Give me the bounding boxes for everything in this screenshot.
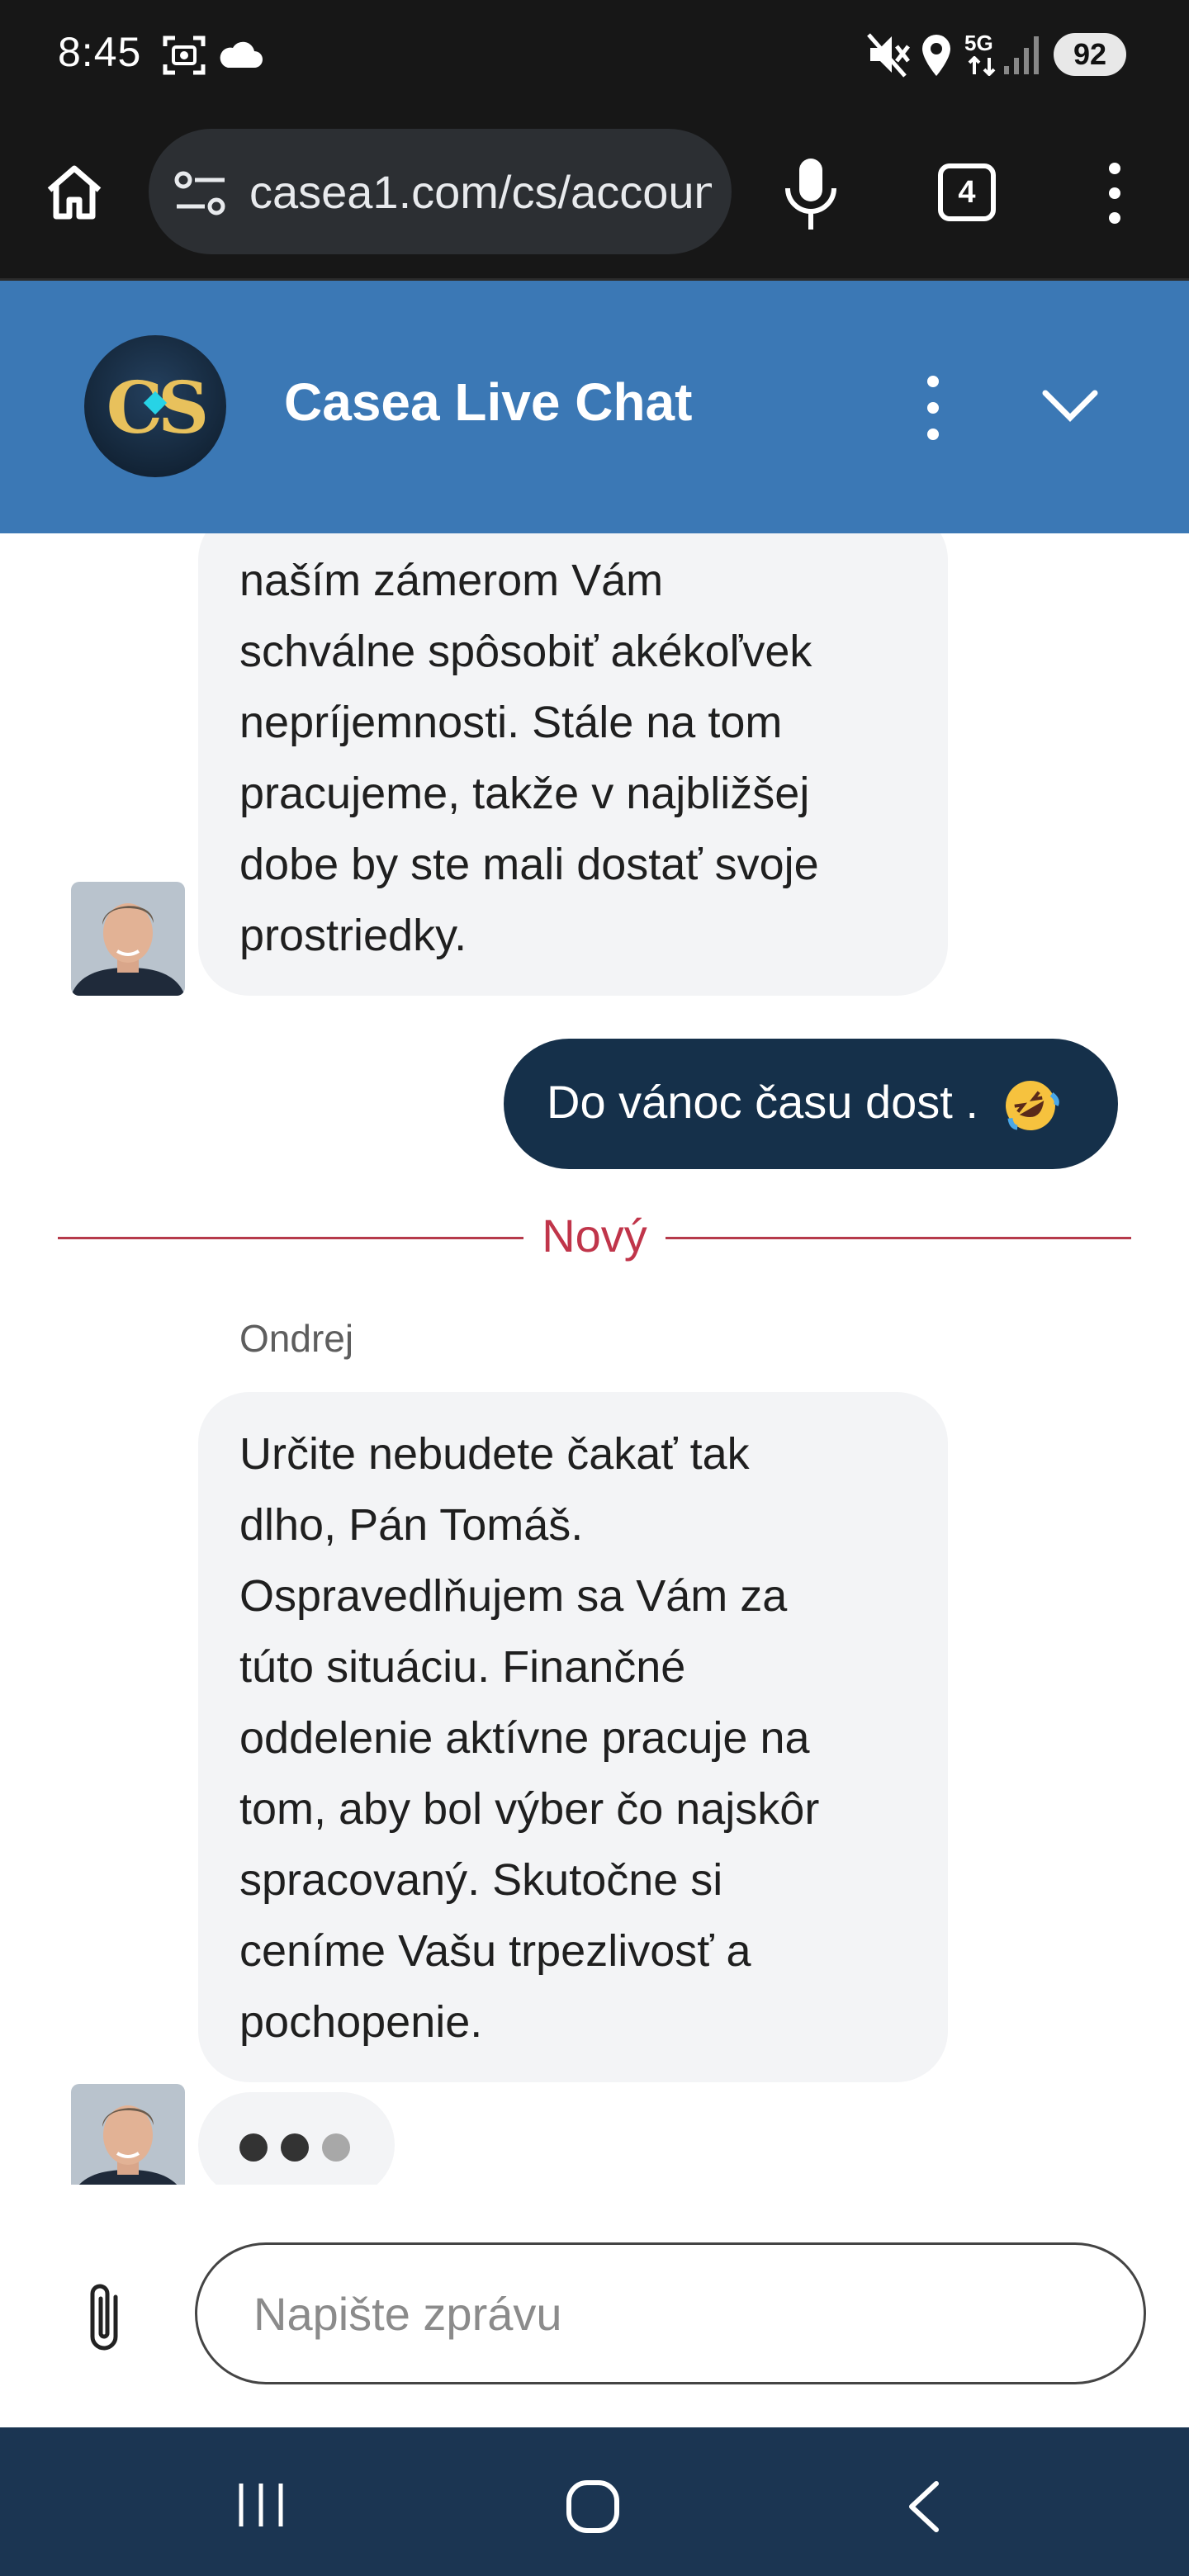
typing-dot xyxy=(322,2133,350,2162)
status-time: 8:45 xyxy=(58,29,142,75)
url-text[interactable]: casea1.com/cs/account xyxy=(249,165,712,219)
avatar xyxy=(71,2084,185,2185)
composer xyxy=(0,2185,1189,2427)
message-input[interactable] xyxy=(195,2242,1146,2384)
more-vert-icon[interactable] xyxy=(923,373,943,443)
avatar xyxy=(71,882,185,996)
agent-avatar-image xyxy=(71,882,185,996)
chevron-down-icon[interactable] xyxy=(1042,388,1098,424)
signal-icon xyxy=(1004,36,1039,74)
recent-apps-icon[interactable] xyxy=(234,2480,287,2530)
screen: 8:45 5G 92 casea1.com/cs/account 4 Casea… xyxy=(0,0,1189,2576)
agent-avatar-image xyxy=(71,2084,185,2185)
back-icon[interactable] xyxy=(905,2480,941,2533)
battery-icon: 92 xyxy=(1054,33,1126,76)
home-nav-icon[interactable] xyxy=(565,2479,621,2535)
new-divider-line-left xyxy=(58,1237,523,1239)
cloud-icon xyxy=(220,41,263,68)
status-bar: 8:45 5G 92 xyxy=(0,0,1189,112)
mic-icon[interactable] xyxy=(781,155,841,234)
rolling-laughing-emoji-icon xyxy=(1005,1081,1059,1131)
data-arrows-icon xyxy=(968,56,996,76)
new-divider-line-right xyxy=(666,1237,1131,1239)
typing-indicator xyxy=(198,2092,395,2185)
typing-dot xyxy=(281,2133,309,2162)
agent-message-bubble: Určite nebudete čakať tak dlho, Pán Tomá… xyxy=(198,1392,948,2082)
network-type: 5G xyxy=(964,31,993,55)
agent-message-text: naším zámerom Vám schválne spôsobiť akék… xyxy=(239,556,819,960)
agent-message-bubble: naším zámerom Vám schválne spôsobiť akék… xyxy=(198,533,948,996)
typing-dot xyxy=(239,2133,268,2162)
location-icon xyxy=(922,35,950,76)
new-messages-label: Nový xyxy=(542,1210,647,1262)
agent-message-text: Určite nebudete čakať tak dlho, Pán Tomá… xyxy=(239,1429,820,2047)
user-message-bubble: Do vánoc času dost . xyxy=(504,1039,1118,1169)
sender-name: Ondrej xyxy=(239,1317,354,1360)
browser-toolbar: casea1.com/cs/account 4 xyxy=(0,112,1189,281)
address-bar[interactable]: casea1.com/cs/account xyxy=(149,129,732,254)
chat-title: Casea Live Chat xyxy=(284,372,693,432)
attach-icon[interactable] xyxy=(83,2279,126,2358)
tabs-icon[interactable]: 4 xyxy=(938,163,996,221)
screenshot-icon xyxy=(163,36,206,75)
system-nav-bar xyxy=(0,2427,1189,2576)
mute-icon xyxy=(867,33,910,78)
site-settings-icon[interactable] xyxy=(173,170,228,216)
chat-header: CS Casea Live Chat xyxy=(0,281,1189,533)
message-list[interactable]: naším zámerom Vám schválne spôsobiť akék… xyxy=(0,533,1189,2185)
home-icon[interactable] xyxy=(41,159,107,225)
menu-icon[interactable] xyxy=(1098,160,1131,226)
user-message-text: Do vánoc času dost . xyxy=(547,1076,978,1128)
casea-logo: CS xyxy=(84,335,226,477)
